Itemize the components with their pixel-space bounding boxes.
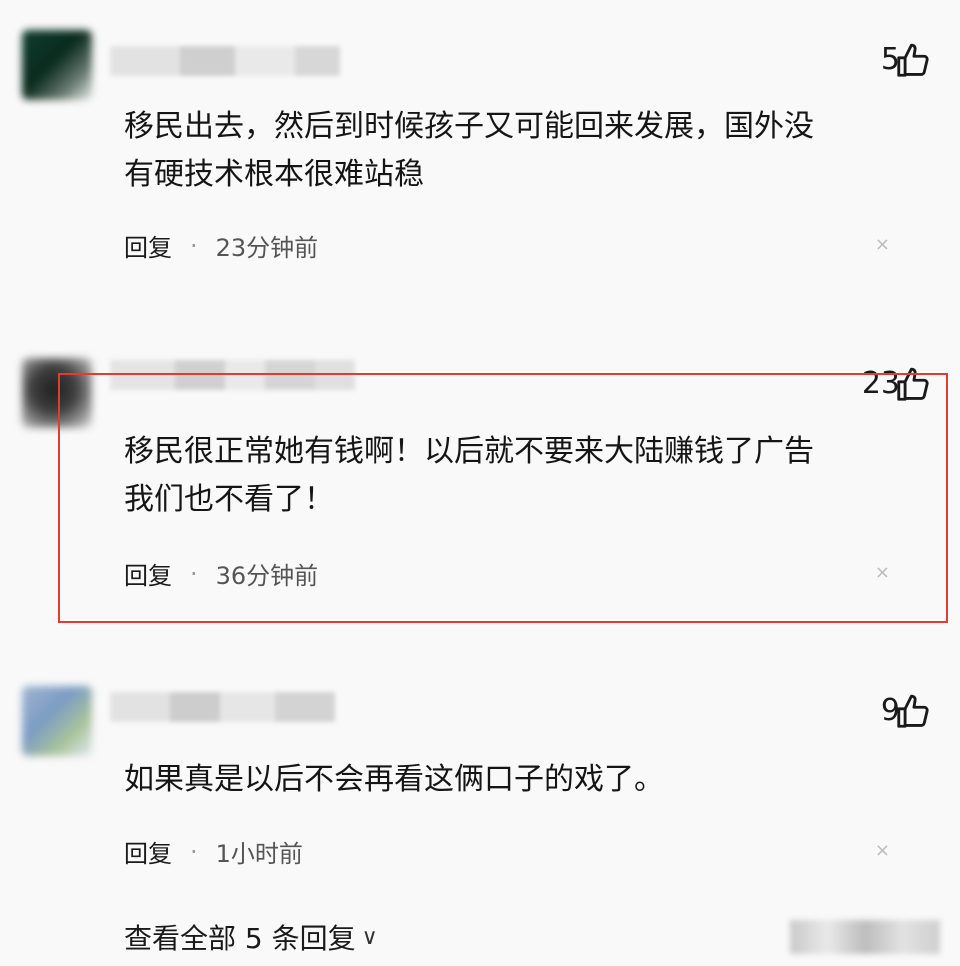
close-icon[interactable]: × bbox=[875, 840, 890, 861]
username-blurred[interactable] bbox=[110, 692, 335, 722]
view-all-replies-button[interactable]: 查看全部 5 条回复 ∨ bbox=[124, 917, 378, 957]
avatar[interactable] bbox=[22, 686, 92, 756]
comment-text-line: 如果真是以后不会再看这俩口子的戏了。 bbox=[124, 762, 664, 797]
chevron-down-icon: ∨ bbox=[361, 924, 378, 950]
view-all-label: 查看全部 5 条回复 bbox=[124, 922, 356, 955]
thumbs-up-icon[interactable] bbox=[894, 693, 932, 731]
comment-meta: 回复 · 1小时前 bbox=[124, 834, 303, 869]
comment-text: 如果真是以后不会再看这俩口子的戏了。 bbox=[124, 756, 884, 804]
timestamp: 1小时前 bbox=[215, 840, 303, 868]
reply-button[interactable]: 回复 bbox=[124, 834, 172, 869]
watermark-blurred bbox=[790, 920, 940, 954]
comment-item: 9 如果真是以后不会再看这俩口子的戏了。 回复 · 1小时前 × bbox=[0, 0, 960, 900]
separator: · bbox=[190, 837, 198, 866]
